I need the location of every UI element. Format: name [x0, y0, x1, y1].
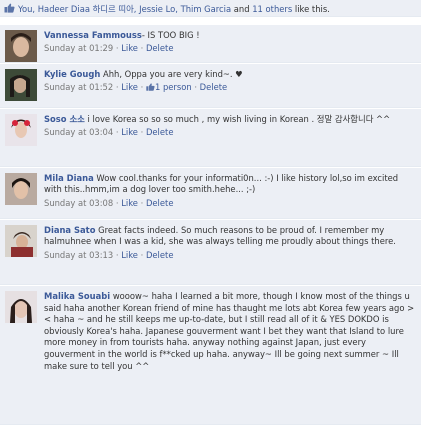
comment-timestamp[interactable]: Sunday at 01:52: [44, 82, 113, 92]
liker-names-link[interactable]: You, Hadeer Diaa 하디르 띠아, Jessie Lo, Thim…: [18, 4, 231, 14]
comment-timestamp[interactable]: Sunday at 01:29: [44, 43, 113, 53]
comment-meta: Sunday at 01:29 · Like · Delete: [44, 43, 415, 54]
like-button[interactable]: Like: [121, 43, 138, 53]
avatar[interactable]: [5, 173, 37, 205]
delete-button[interactable]: Delete: [200, 82, 228, 92]
comment-meta: Sunday at 01:52 · Like · 1 person · Dele…: [44, 82, 415, 93]
comment-author-link[interactable]: Mila Diana: [44, 173, 94, 183]
comment-meta: Sunday at 03:13 · Like · Delete: [44, 250, 415, 261]
separator-dot: ·: [115, 249, 119, 260]
comment-timestamp[interactable]: Sunday at 03:04: [44, 127, 113, 137]
separator-dot: ·: [115, 43, 119, 54]
comment-meta: Sunday at 03:08 · Like · Delete: [44, 198, 415, 209]
like-count-link[interactable]: 1 person: [155, 82, 192, 92]
comment-author-link[interactable]: Malika Souabi: [44, 291, 110, 301]
comment-text: Great facts indeed. So much reasons to b…: [44, 225, 396, 247]
comment-text: i love Korea so so so much , my wish liv…: [87, 114, 391, 124]
comment-item: Diana Sato Great facts indeed. So much r…: [0, 220, 421, 285]
likes-and-text: and: [233, 4, 250, 14]
separator-dot: ·: [115, 127, 119, 138]
comment-author-link[interactable]: Soso 소소: [44, 114, 85, 124]
separator-dot: ·: [140, 82, 144, 93]
separator-dot: ·: [194, 82, 197, 93]
separator-dot: ·: [140, 127, 144, 138]
comment-item: Soso 소소 i love Korea so so so much , my …: [0, 109, 421, 167]
comment-author-link[interactable]: Kylie Gough: [44, 69, 100, 79]
comment-meta: Sunday at 03:04 · Like · Delete: [44, 127, 415, 138]
avatar[interactable]: [5, 69, 37, 101]
likes-others-link[interactable]: 11 others: [252, 4, 292, 14]
comment-timestamp[interactable]: Sunday at 03:08: [44, 198, 113, 208]
delete-button[interactable]: Delete: [146, 198, 174, 208]
comment-text: Ahh, Oppa you are very kind~. ♥: [102, 69, 243, 79]
comment-author-link[interactable]: Diana Sato: [44, 225, 95, 235]
delete-button[interactable]: Delete: [146, 43, 174, 53]
separator-dot: ·: [115, 197, 119, 208]
likes-suffix-text: like this.: [294, 4, 330, 14]
like-button[interactable]: Like: [121, 82, 138, 92]
comment-timestamp[interactable]: Sunday at 03:13: [44, 250, 113, 260]
avatar[interactable]: [5, 30, 37, 62]
like-button[interactable]: Like: [121, 127, 138, 137]
comment-item: Vannessa Fammouss- IS TOO BIG ! Sunday a…: [0, 25, 421, 63]
like-button[interactable]: Like: [121, 250, 138, 260]
separator-dot: ·: [140, 197, 144, 208]
thumbs-up-icon: [146, 83, 155, 92]
thumbs-up-icon: [4, 3, 15, 13]
avatar[interactable]: [5, 291, 37, 323]
delete-button[interactable]: Delete: [146, 127, 174, 137]
avatar[interactable]: [5, 225, 37, 257]
likes-summary-bar: You, Hadeer Diaa 하디르 띠아, Jessie Lo, Thim…: [0, 0, 421, 17]
delete-button[interactable]: Delete: [146, 250, 174, 260]
comment-author-link[interactable]: Vannessa Fammouss: [44, 30, 142, 40]
separator-dot: ·: [115, 82, 119, 93]
comment-item: Mila Diana Wow cool.thanks for your info…: [0, 168, 421, 219]
separator-dot: ·: [140, 249, 144, 260]
like-button[interactable]: Like: [121, 198, 138, 208]
comment-text: wooow~ haha I learned a bit more, though…: [44, 291, 415, 371]
comment-text: Wow cool.thanks for your informati0n... …: [44, 173, 399, 195]
comment-text: - IS TOO BIG !: [141, 30, 200, 40]
comment-item: Malika Souabi wooow~ haha I learned a bi…: [0, 286, 421, 425]
comment-item: Kylie Gough Ahh, Oppa you are very kind~…: [0, 64, 421, 108]
separator-dot: ·: [140, 43, 144, 54]
avatar[interactable]: [5, 114, 37, 146]
